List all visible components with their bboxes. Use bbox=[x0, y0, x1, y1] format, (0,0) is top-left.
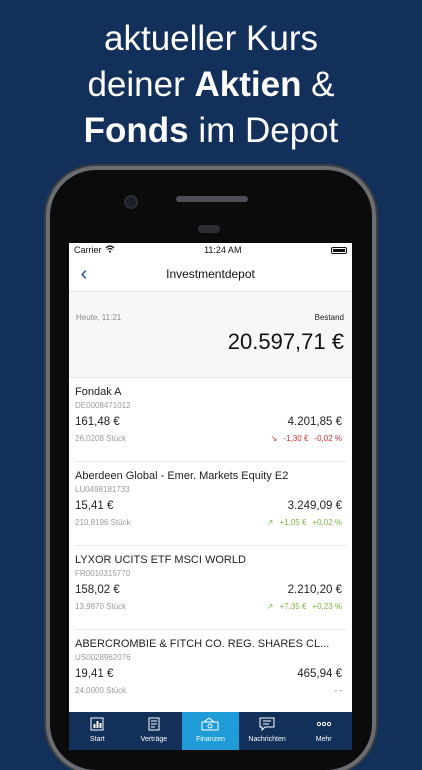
change-absolute: -1,30 € bbox=[283, 434, 309, 443]
holding-quantity: 26,0208 Stück bbox=[75, 434, 127, 443]
document-icon bbox=[126, 716, 183, 736]
trend-up-icon: ↗ bbox=[266, 602, 274, 611]
tab-bar: Start Verträge Finanzen Nachrichten Mehr bbox=[69, 712, 352, 750]
promo-headline: aktueller Kurs deiner Aktien & Fonds im … bbox=[0, 16, 422, 154]
holding-name: ABERCROMBIE & FITCH CO. REG. SHARES CL..… bbox=[75, 638, 330, 650]
trend-up-icon: ↗ bbox=[266, 518, 274, 527]
carrier-label: Carrier bbox=[74, 245, 102, 255]
headline-line-2: deiner Aktien & bbox=[0, 62, 422, 108]
tab-label: Nachrichten bbox=[248, 736, 286, 743]
status-bar: Carrier 11:24 AM bbox=[69, 243, 352, 257]
headline-text: & bbox=[301, 65, 335, 104]
tab-start[interactable]: Start bbox=[69, 712, 126, 750]
change-percent: +0,02 % bbox=[312, 518, 342, 527]
speaker bbox=[176, 196, 248, 202]
holding-price: 19,41 € bbox=[75, 668, 114, 680]
more-icon bbox=[295, 716, 352, 736]
tab-vertraege[interactable]: Verträge bbox=[126, 712, 183, 750]
headline-line-1: aktueller Kurs bbox=[104, 19, 318, 58]
change-absolute: +7,35 € bbox=[279, 602, 307, 611]
holding-value: 3.249,09 € bbox=[287, 500, 342, 512]
tab-label: Finanzen bbox=[196, 736, 225, 743]
tab-label: Mehr bbox=[315, 736, 332, 743]
headline-line-3: Fonds im Depot bbox=[0, 108, 422, 154]
money-icon bbox=[182, 716, 239, 736]
tab-mehr[interactable]: Mehr bbox=[295, 712, 352, 750]
holding-change: - - bbox=[334, 686, 342, 695]
camera bbox=[124, 195, 138, 209]
tab-label: Verträge bbox=[140, 736, 168, 743]
page-title: Investmentdepot bbox=[166, 267, 255, 281]
balance-total: 20.597,71 € bbox=[227, 329, 344, 354]
holdings-list: Fondak A DE0008471012 161,48 € 26,0208 S… bbox=[69, 378, 352, 714]
battery-icon bbox=[331, 246, 347, 254]
holding-isin: FR0010315770 bbox=[75, 569, 131, 578]
headline-text: im Depot bbox=[188, 111, 339, 150]
change-percent: - - bbox=[334, 686, 342, 695]
summary-date: Heute, 11:21 bbox=[76, 313, 122, 322]
holding-isin: DE0008471012 bbox=[75, 401, 131, 410]
holding-value: 4.201,85 € bbox=[287, 416, 342, 428]
holding-price: 158,02 € bbox=[75, 584, 120, 596]
balance-label: Bestand bbox=[314, 313, 344, 322]
holding-quantity: 13,9870 Stück bbox=[75, 602, 127, 611]
holding-value: 2.210,20 € bbox=[287, 584, 342, 596]
holding-item[interactable]: ABERCROMBIE & FITCH CO. REG. SHARES CL..… bbox=[75, 630, 346, 714]
back-chevron-icon[interactable]: ‹ bbox=[73, 263, 95, 285]
status-left: Carrier bbox=[74, 245, 115, 255]
app-screen: Carrier 11:24 AM ‹ Investmentdepot Heute… bbox=[69, 243, 352, 750]
status-time: 11:24 AM bbox=[204, 245, 242, 255]
nav-bar: ‹ Investmentdepot bbox=[69, 257, 352, 292]
depot-summary: Heute, 11:21 Bestand 20.597,71 € bbox=[69, 292, 352, 378]
headline-text: deiner bbox=[87, 65, 195, 104]
holding-change: ↘ -1,30 € -0,02 % bbox=[271, 434, 342, 443]
headline-bold-fonds: Fonds bbox=[83, 111, 189, 150]
message-icon bbox=[239, 716, 296, 736]
tab-nachrichten[interactable]: Nachrichten bbox=[239, 712, 296, 750]
wifi-icon bbox=[105, 245, 115, 255]
tab-label: Start bbox=[89, 736, 105, 743]
sensor bbox=[198, 225, 220, 233]
holding-item[interactable]: Aberdeen Global - Emer. Markets Equity E… bbox=[75, 462, 346, 546]
holding-isin: LU0498181733 bbox=[75, 485, 130, 494]
holding-quantity: 24,0000 Stück bbox=[75, 686, 127, 695]
holding-isin: US0028962076 bbox=[75, 653, 131, 662]
holding-name: Fondak A bbox=[75, 386, 122, 398]
holding-value: 465,94 € bbox=[297, 668, 342, 680]
holding-quantity: 210,8196 Stück bbox=[75, 518, 131, 527]
tab-finanzen[interactable]: Finanzen bbox=[182, 712, 239, 750]
holding-price: 161,48 € bbox=[75, 416, 120, 428]
holding-item[interactable]: LYXOR UCITS ETF MSCI WORLD FR0010315770 … bbox=[75, 546, 346, 630]
holding-change: ↗ +1,05 € +0,02 % bbox=[267, 518, 342, 527]
headline-bold-aktien: Aktien bbox=[194, 65, 302, 104]
change-percent: -0,02 % bbox=[314, 434, 342, 443]
holding-name: Aberdeen Global - Emer. Markets Equity E… bbox=[75, 470, 289, 482]
holding-price: 15,41 € bbox=[75, 500, 114, 512]
chart-icon bbox=[69, 716, 126, 736]
change-absolute: +1,05 € bbox=[279, 518, 307, 527]
trend-down-icon: ↘ bbox=[270, 434, 278, 443]
change-percent: +0,23 % bbox=[312, 602, 342, 611]
holding-name: LYXOR UCITS ETF MSCI WORLD bbox=[75, 554, 246, 566]
holding-item[interactable]: Fondak A DE0008471012 161,48 € 26,0208 S… bbox=[75, 378, 346, 462]
holding-change: ↗ +7,35 € +0,23 % bbox=[267, 602, 342, 611]
